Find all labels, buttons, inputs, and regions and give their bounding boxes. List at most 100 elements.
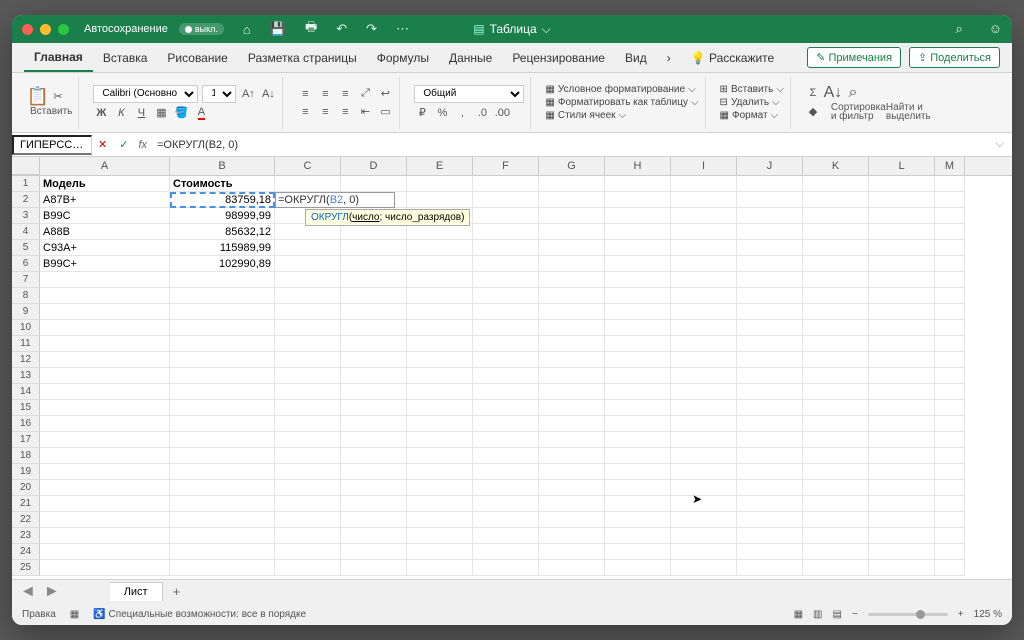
row-header[interactable]: 1 xyxy=(12,176,40,192)
cell[interactable] xyxy=(341,544,407,560)
cell[interactable] xyxy=(539,304,605,320)
cell[interactable] xyxy=(170,544,275,560)
fill-icon2[interactable]: ◆ xyxy=(805,104,821,120)
cell[interactable] xyxy=(407,368,473,384)
font-color-icon[interactable]: A xyxy=(193,105,209,121)
cell[interactable] xyxy=(869,400,935,416)
cell[interactable] xyxy=(539,560,605,576)
cell[interactable] xyxy=(605,432,671,448)
row-header[interactable]: 12 xyxy=(12,352,40,368)
cell[interactable] xyxy=(40,368,170,384)
cell[interactable] xyxy=(605,352,671,368)
cell[interactable] xyxy=(170,272,275,288)
cell[interactable]: A88B xyxy=(40,224,170,240)
spreadsheet-grid[interactable]: A B C D E F G H I J K L M 12345678910111… xyxy=(12,157,1012,579)
cell[interactable] xyxy=(40,336,170,352)
document-title[interactable]: ▤Таблица⌵ xyxy=(473,22,551,37)
cell[interactable] xyxy=(803,480,869,496)
cell[interactable] xyxy=(935,416,965,432)
cell[interactable] xyxy=(935,320,965,336)
cell[interactable] xyxy=(803,368,869,384)
tab-review[interactable]: Рецензирование xyxy=(502,45,615,71)
cell[interactable] xyxy=(671,560,737,576)
sort-icon[interactable]: A↓ xyxy=(825,85,841,101)
cell[interactable] xyxy=(605,496,671,512)
cell[interactable] xyxy=(671,384,737,400)
cell[interactable] xyxy=(539,480,605,496)
dec-dec-icon[interactable]: .00 xyxy=(494,105,510,121)
sheet-tab[interactable]: Лист xyxy=(110,582,163,601)
cell[interactable] xyxy=(275,384,341,400)
align-right-icon[interactable]: ≡ xyxy=(337,104,353,120)
row-header[interactable]: 21 xyxy=(12,496,40,512)
cell[interactable] xyxy=(869,480,935,496)
cell[interactable] xyxy=(275,288,341,304)
cell[interactable] xyxy=(737,384,803,400)
font-select[interactable]: Calibri (Основной… xyxy=(93,85,198,103)
cell[interactable] xyxy=(605,544,671,560)
cell[interactable] xyxy=(407,448,473,464)
cell[interactable] xyxy=(40,496,170,512)
row-header[interactable]: 24 xyxy=(12,544,40,560)
active-cell-editor[interactable]: =ОКРУГЛ(B2, 0) xyxy=(275,192,395,208)
cell[interactable] xyxy=(539,400,605,416)
view-layout-icon[interactable]: ▥ xyxy=(813,609,822,620)
cell[interactable] xyxy=(539,368,605,384)
cell[interactable] xyxy=(737,272,803,288)
currency-icon[interactable]: ₽ xyxy=(414,105,430,121)
cell[interactable] xyxy=(473,496,539,512)
cell[interactable] xyxy=(935,464,965,480)
cell[interactable] xyxy=(803,384,869,400)
comma-icon[interactable]: , xyxy=(454,105,470,121)
cell[interactable] xyxy=(473,272,539,288)
col-header[interactable]: J xyxy=(737,157,803,175)
cell[interactable] xyxy=(170,288,275,304)
cell[interactable]: 85632,12 xyxy=(170,224,275,240)
cell[interactable] xyxy=(935,528,965,544)
account-icon[interactable]: ☺ xyxy=(989,21,1002,37)
row-header[interactable]: 11 xyxy=(12,336,40,352)
cell[interactable] xyxy=(275,432,341,448)
cell[interactable] xyxy=(869,512,935,528)
cell[interactable] xyxy=(605,512,671,528)
cell[interactable]: B99C+ xyxy=(40,256,170,272)
cell[interactable] xyxy=(737,368,803,384)
cell[interactable] xyxy=(935,272,965,288)
merge-icon[interactable]: ▭ xyxy=(377,104,393,120)
cell[interactable] xyxy=(473,528,539,544)
cell[interactable] xyxy=(737,336,803,352)
cell[interactable] xyxy=(407,544,473,560)
cell[interactable] xyxy=(473,512,539,528)
col-header[interactable]: E xyxy=(407,157,473,175)
cell[interactable] xyxy=(407,496,473,512)
cell[interactable] xyxy=(473,544,539,560)
cell[interactable] xyxy=(341,528,407,544)
cell[interactable] xyxy=(671,448,737,464)
cell[interactable] xyxy=(407,432,473,448)
cell[interactable] xyxy=(869,304,935,320)
cell[interactable] xyxy=(40,480,170,496)
cell[interactable] xyxy=(40,432,170,448)
cell[interactable] xyxy=(869,432,935,448)
cell[interactable] xyxy=(869,368,935,384)
cell[interactable] xyxy=(407,416,473,432)
cell[interactable] xyxy=(737,288,803,304)
cell[interactable] xyxy=(275,416,341,432)
cell[interactable] xyxy=(869,288,935,304)
cell[interactable] xyxy=(473,384,539,400)
row-header[interactable]: 8 xyxy=(12,288,40,304)
underline-icon[interactable]: Ч xyxy=(133,105,149,121)
percent-icon[interactable]: % xyxy=(434,105,450,121)
row-header[interactable]: 7 xyxy=(12,272,40,288)
cell[interactable] xyxy=(40,448,170,464)
col-header[interactable]: D xyxy=(341,157,407,175)
cell[interactable] xyxy=(275,496,341,512)
cell[interactable] xyxy=(473,400,539,416)
tab-layout[interactable]: Разметка страницы xyxy=(238,45,367,71)
tab-data[interactable]: Данные xyxy=(439,45,502,71)
cell[interactable] xyxy=(803,432,869,448)
row-header[interactable]: 10 xyxy=(12,320,40,336)
cell[interactable] xyxy=(935,352,965,368)
row-header[interactable]: 17 xyxy=(12,432,40,448)
cell[interactable] xyxy=(671,432,737,448)
